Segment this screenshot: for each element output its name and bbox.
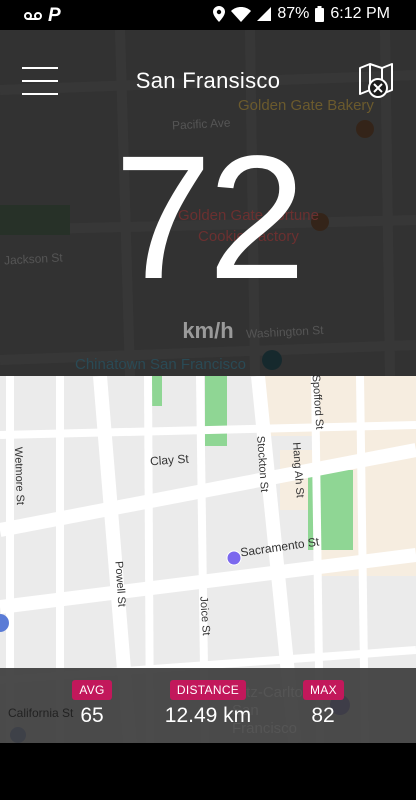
map-label-wetmore: Wetmore St — [11, 446, 26, 506]
distance-value: 12.49 km — [164, 704, 252, 727]
map-label-chinatown: Chinatown San Francisco — [75, 356, 246, 373]
map-close-icon — [359, 63, 393, 98]
avg-stat: AVG 65 — [72, 680, 112, 728]
map-label-bakery: Golden Gate Bakery — [238, 97, 374, 114]
avg-value: 65 — [80, 704, 104, 727]
distance-badge: DISTANCE — [169, 680, 247, 700]
status-bar: P 87% 6:12 PM — [0, 0, 416, 30]
close-map-button[interactable] — [356, 62, 396, 100]
map-label-california: California St — [8, 706, 74, 720]
avg-badge: AVG — [72, 680, 112, 700]
navigation-area — [0, 743, 416, 800]
max-stat: MAX 82 — [303, 680, 344, 728]
battery-icon — [315, 6, 325, 22]
parking-app-icon: P — [48, 5, 61, 26]
max-badge: MAX — [303, 680, 344, 700]
signal-icon — [257, 7, 272, 21]
speed-value: 72 — [114, 120, 306, 316]
wifi-icon — [231, 6, 252, 22]
voicemail-icon — [24, 12, 42, 20]
map-label-clay: Clay St — [149, 451, 190, 469]
location-icon — [213, 6, 226, 22]
status-right: 87% 6:12 PM — [213, 5, 390, 23]
city-title: San Fransisco — [135, 68, 281, 93]
status-left: P — [24, 5, 61, 27]
max-value: 82 — [311, 704, 335, 727]
clock: 6:12 PM — [330, 5, 390, 22]
distance-stat: DISTANCE 12.49 km — [154, 680, 262, 728]
speed-unit: km/h — [182, 318, 234, 343]
battery-percent: 87% — [277, 5, 310, 22]
stats-bar: California St Ritz-Carlton San Francisco… — [0, 668, 416, 743]
